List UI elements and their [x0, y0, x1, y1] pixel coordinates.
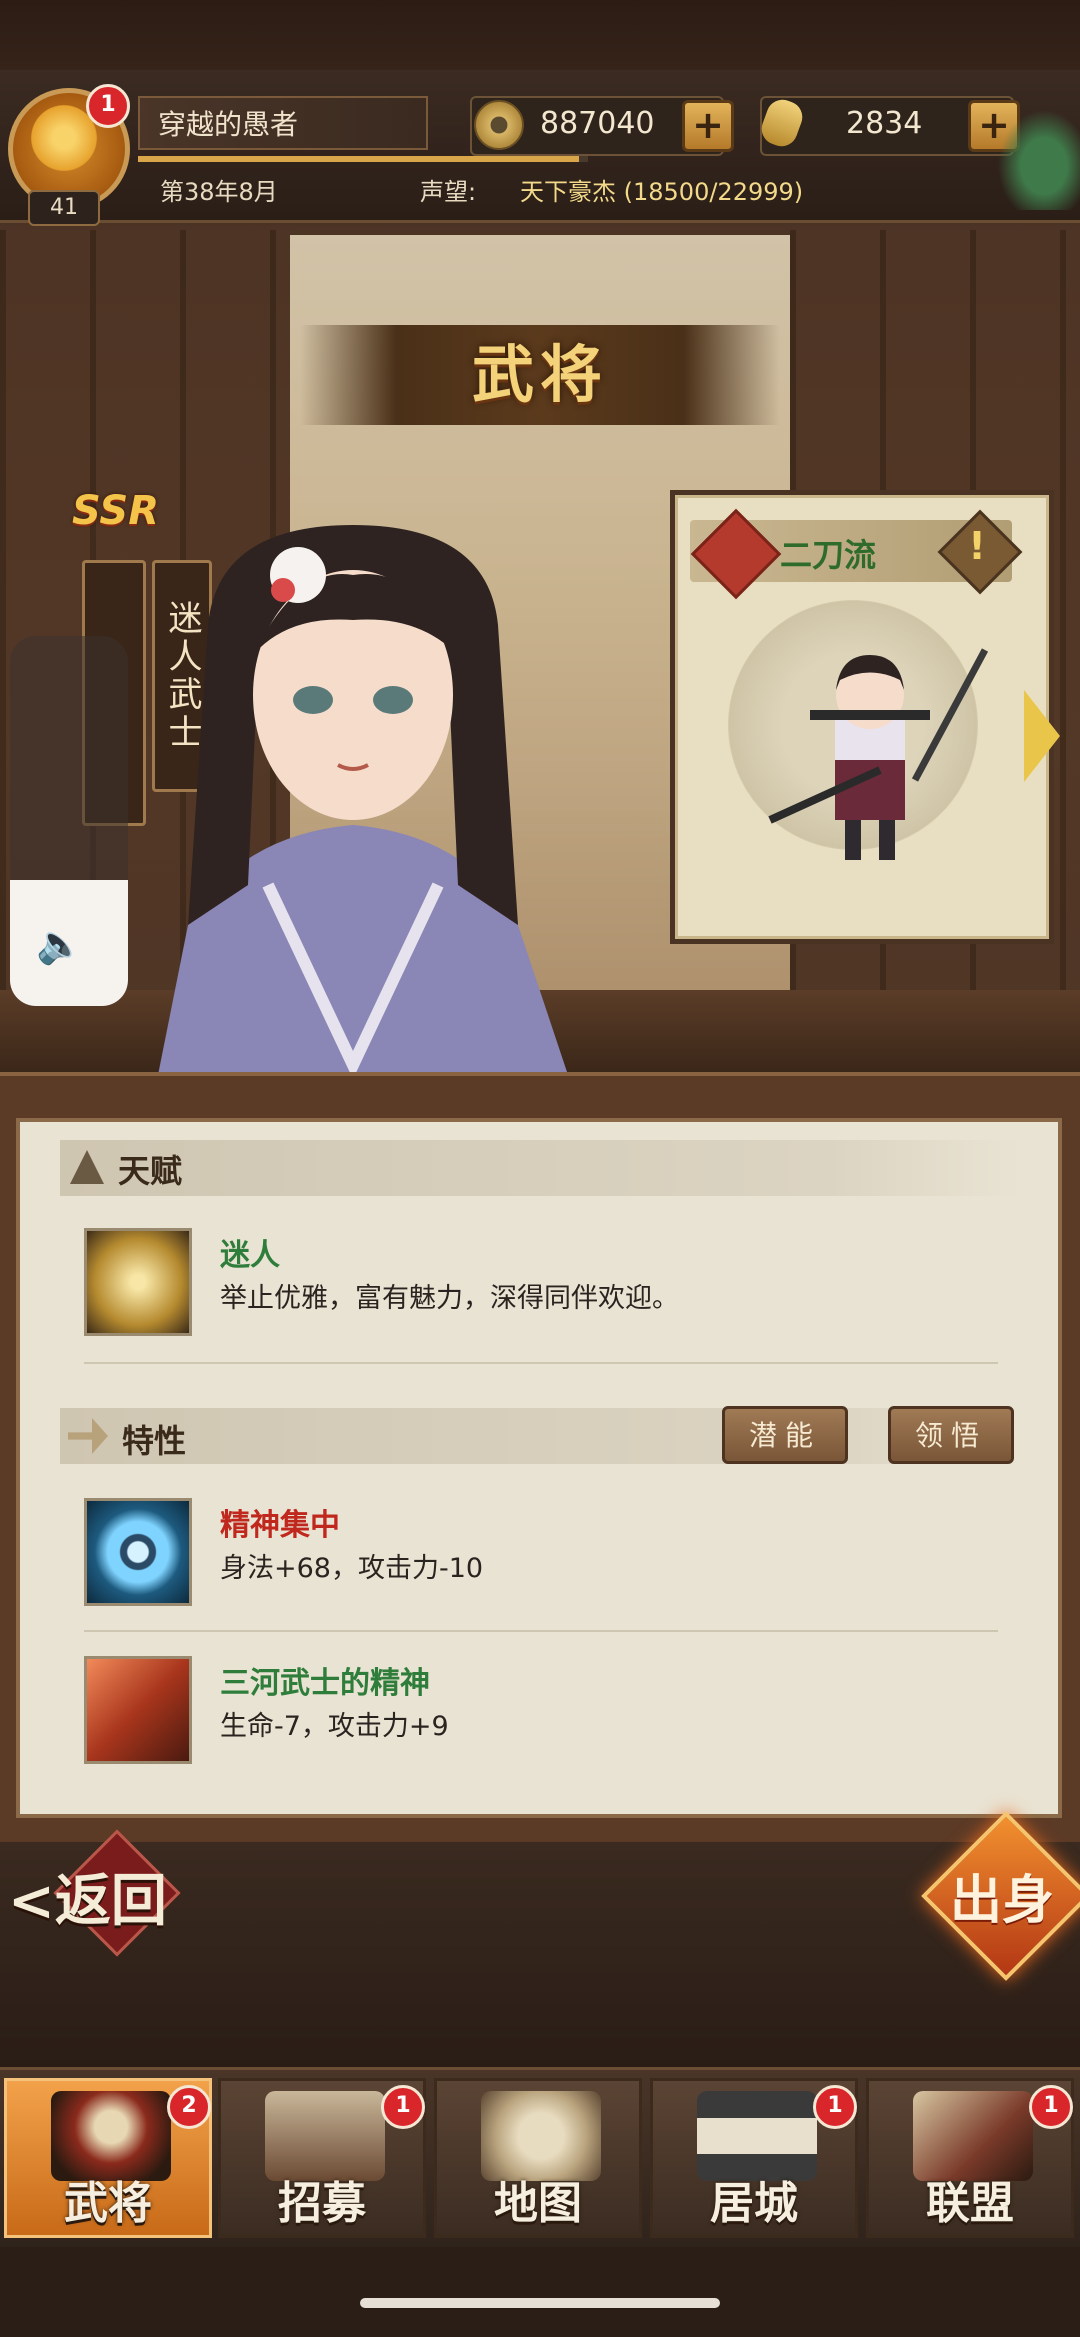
talent-section-header [60, 1140, 1020, 1196]
prestige-value: 天下豪杰 (18500/22999) [520, 178, 804, 206]
origin-button[interactable]: 出身 [935, 1858, 1069, 1933]
tab-label: 地图 [494, 2178, 582, 2229]
traits-section-header [60, 1408, 1020, 1464]
prestige-label: 声望: [420, 178, 477, 206]
charm-skill-icon[interactable] [84, 1228, 192, 1336]
spear-skill-icon[interactable] [84, 1656, 192, 1764]
tab-map[interactable]: 地图 [434, 2078, 642, 2238]
eye-skill-icon[interactable] [84, 1498, 192, 1606]
avatar-notification-badge: 1 [86, 84, 130, 128]
home-indicator[interactable] [360, 2298, 720, 2308]
experience-bar-fill [138, 156, 579, 162]
trait-name: 三河武士的精神 [220, 1666, 430, 1701]
traits-section-title: 特性 [122, 1422, 187, 1460]
tab-label: 武将 [64, 2178, 152, 2229]
back-chevron-icon: < [8, 1868, 55, 1934]
speaker-icon: 🔈 [36, 922, 84, 966]
page-title: 武将 [471, 338, 608, 411]
coin-amount: 887040 [540, 106, 655, 141]
talent-skill-desc: 举止优雅，富有魅力，深得同伴欢迎。 [220, 1283, 679, 1314]
back-label: 返回 [54, 1868, 167, 1934]
tab-generals[interactable]: 武将 2 [4, 2078, 212, 2238]
coin-icon [474, 100, 524, 150]
talent-skill-name: 迷人 [220, 1238, 280, 1273]
player-name[interactable]: 穿越的愚者 [138, 96, 428, 150]
divider [84, 1362, 998, 1364]
add-coins-button[interactable]: + [682, 100, 734, 152]
back-button[interactable]: <返回 [8, 1856, 167, 1937]
hero-portrait [158, 525, 568, 1075]
exclamation-icon: ! [968, 524, 986, 568]
next-arrow-icon[interactable] [1024, 690, 1060, 782]
tab-badge: 1 [381, 2085, 425, 2129]
weapon-style-name: 二刀流 [780, 536, 877, 574]
tab-label: 居城 [710, 2178, 798, 2229]
trait-desc: 身法+68，攻击力-10 [220, 1553, 484, 1584]
bottom-safe-area [0, 2247, 1080, 2337]
divider [84, 1630, 998, 1632]
pine-tree-decoration [990, 100, 1080, 210]
tab-recruit[interactable]: 招募 1 [218, 2078, 426, 2238]
tab-badge: 1 [1029, 2085, 1073, 2129]
tab-alliance[interactable]: 联盟 1 [866, 2078, 1074, 2238]
player-level: 41 [28, 190, 100, 226]
talent-section-title: 天赋 [118, 1152, 183, 1190]
trait-name: 精神集中 [220, 1508, 340, 1543]
tab-label: 联盟 [926, 2178, 1014, 2229]
tab-badge: 1 [813, 2085, 857, 2129]
tab-castle[interactable]: 居城 1 [650, 2078, 858, 2238]
insight-button[interactable]: 领悟 [888, 1406, 1014, 1464]
game-date: 第38年8月 [160, 178, 278, 206]
gold-amount: 2834 [846, 106, 923, 141]
tab-label: 招募 [278, 2178, 366, 2229]
trait-desc: 生命-7，攻击力+9 [220, 1711, 449, 1742]
chibi-warrior-sprite [768, 648, 989, 860]
potential-button[interactable]: 潜能 [722, 1406, 848, 1464]
tab-badge: 2 [167, 2085, 211, 2129]
